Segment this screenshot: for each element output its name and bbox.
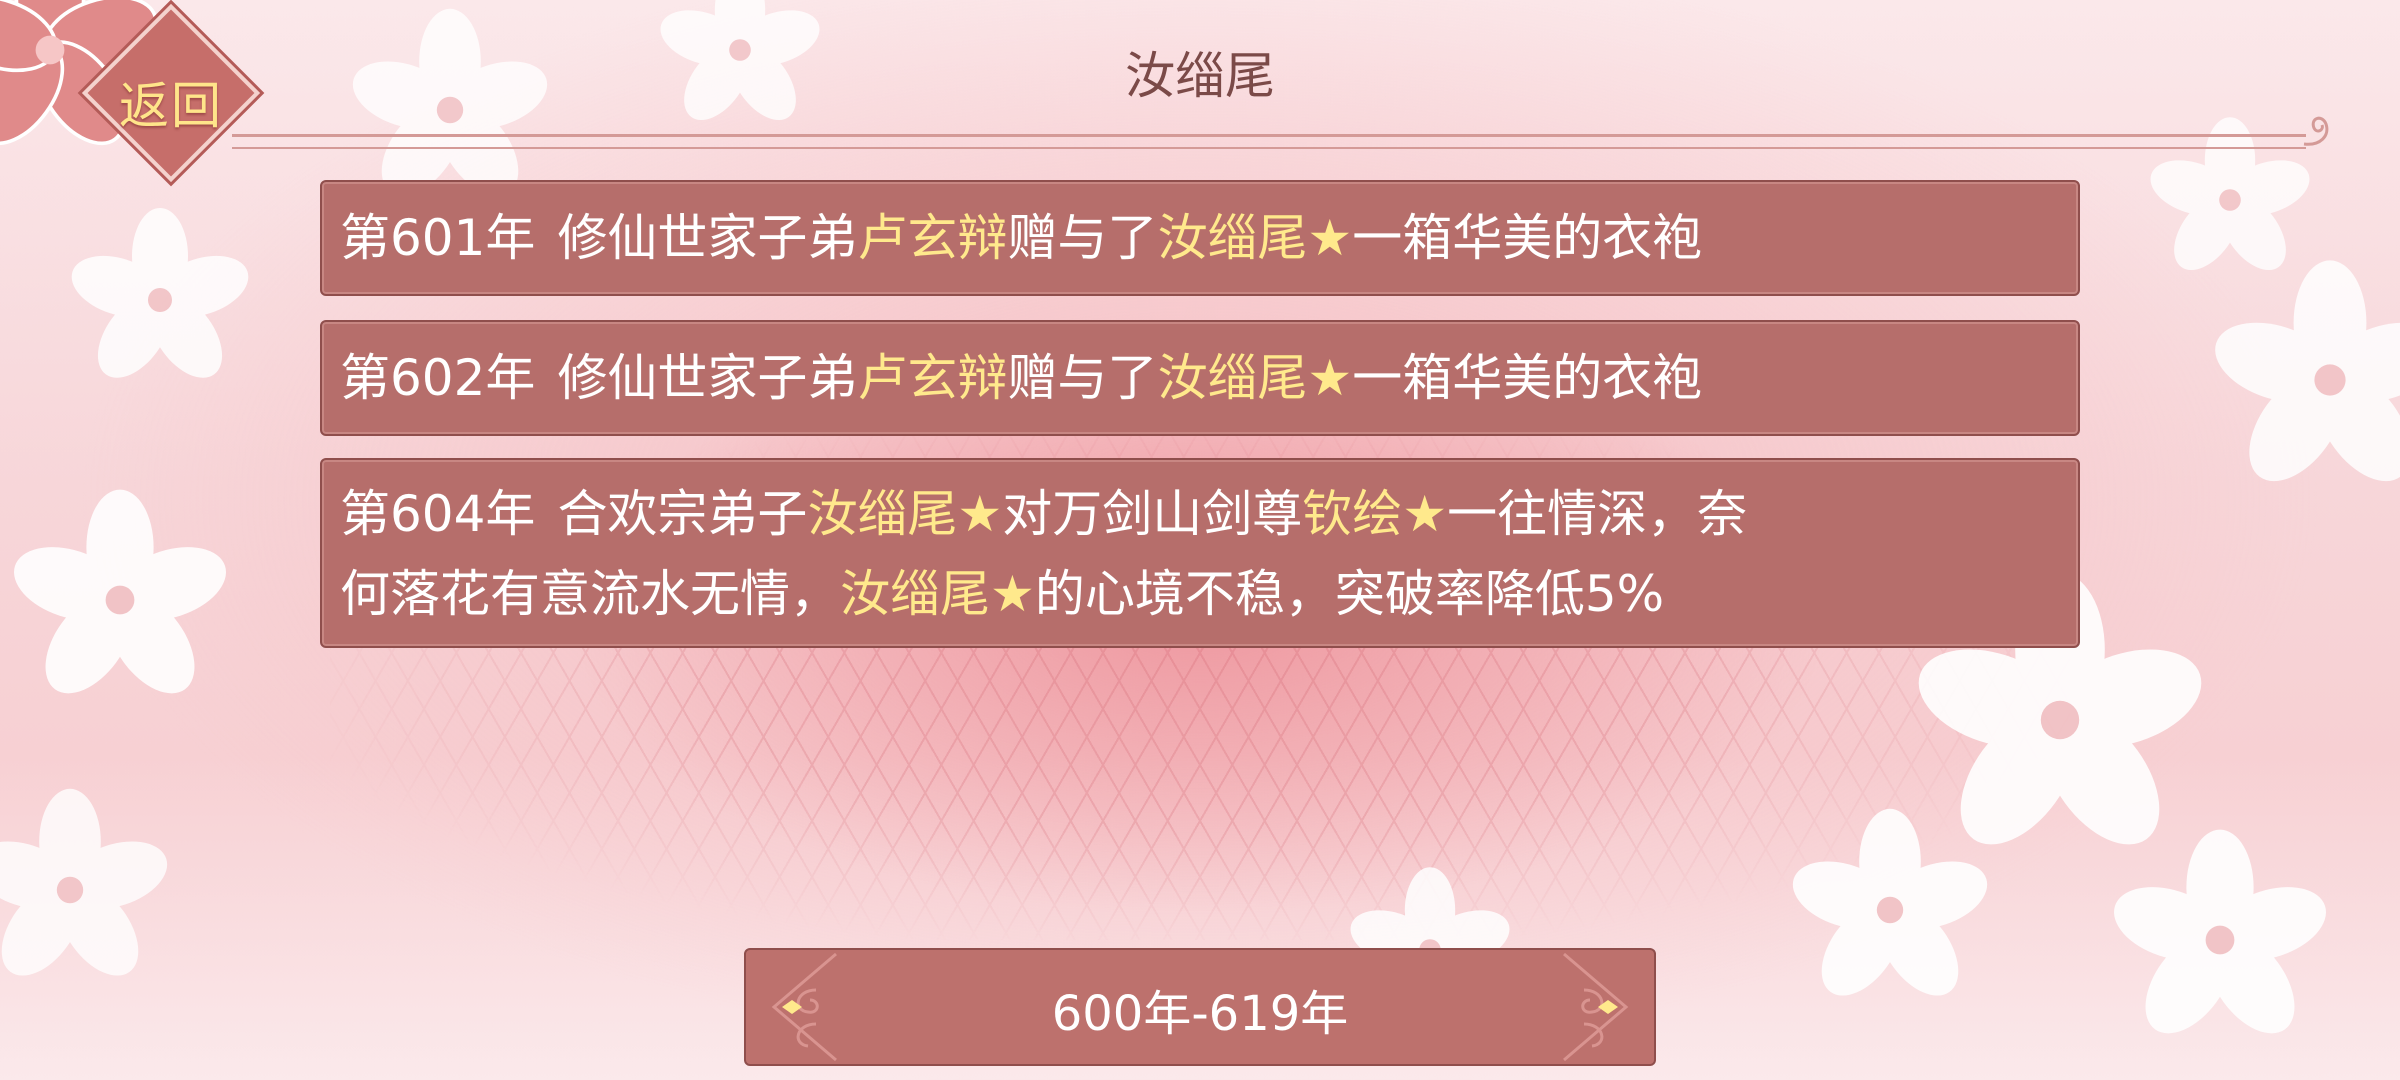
scroll-ornament-icon — [2303, 116, 2329, 146]
record-text: 的心境不稳，突破率降低5% — [1034, 565, 1665, 623]
record-name-highlight: 汝缁尾★ — [1157, 349, 1353, 407]
record-year: 第602年 — [340, 349, 536, 407]
record-line: 第601年 修仙世家子弟卢玄辩赠与了汝缁尾★一箱华美的衣袍 — [340, 198, 2050, 278]
record-name-highlight: 汝缁尾★ — [840, 565, 1035, 623]
page-title: 汝缁尾 — [1125, 47, 1275, 105]
record-line: 第604年 合欢宗弟子汝缁尾★对万剑山剑尊钦绘★一往情深，奈 — [340, 474, 2050, 554]
record-line: 何落花有意流水无情，汝缁尾★的心境不稳，突破率降低5% — [340, 554, 2050, 634]
record-item: 第602年 修仙世家子弟卢玄辩赠与了汝缁尾★一箱华美的衣袍 — [320, 320, 2080, 436]
record-text: 一箱华美的衣袍 — [1352, 209, 1703, 267]
record-year: 第601年 — [340, 209, 536, 267]
period-label: 600年-619年 — [1051, 986, 1349, 1042]
period-selector[interactable]: 600年-619年 — [744, 948, 1656, 1066]
record-name-highlight: 汝缁尾★ — [1157, 209, 1353, 267]
flower-icon — [71, 208, 249, 378]
record-text: 修仙世家子弟 — [557, 209, 858, 267]
record-text: 对万剑山剑尊 — [1002, 485, 1303, 543]
record-text: 赠与了 — [1007, 209, 1158, 267]
flower-icon — [0, 788, 168, 976]
flower-icon — [14, 489, 226, 694]
flower-icon — [2114, 829, 2326, 1034]
title-divider — [232, 134, 2306, 149]
record-text: 何落花有意流水无情， — [340, 565, 840, 623]
record-item: 第604年 合欢宗弟子汝缁尾★对万剑山剑尊钦绘★一往情深，奈 何落花有意流水无情，汝… — [320, 458, 2080, 648]
flower-icon — [1792, 808, 1988, 996]
record-line: 第602年 修仙世家子弟卢玄辩赠与了汝缁尾★一箱华美的衣袍 — [340, 338, 2050, 418]
record-text: 一箱华美的衣袍 — [1352, 349, 1703, 407]
record-year: 第604年 — [340, 485, 536, 543]
record-text: 赠与了 — [1007, 349, 1158, 407]
flower-icon — [2215, 260, 2400, 482]
record-name-highlight: 汝缁尾★ — [807, 485, 1003, 543]
record-text: 一往情深，奈 — [1447, 485, 1748, 543]
record-text: 合欢宗弟子 — [557, 485, 808, 543]
record-item: 第601年 修仙世家子弟卢玄辩赠与了汝缁尾★一箱华美的衣袍 — [320, 180, 2080, 296]
cloud-ornament-icon — [1563, 952, 1629, 1062]
record-name-highlight: 卢玄辩 — [857, 349, 1008, 407]
record-name-highlight: 钦绘★ — [1302, 485, 1448, 543]
record-name-highlight: 卢玄辩 — [857, 209, 1008, 267]
record-text: 修仙世家子弟 — [557, 349, 858, 407]
